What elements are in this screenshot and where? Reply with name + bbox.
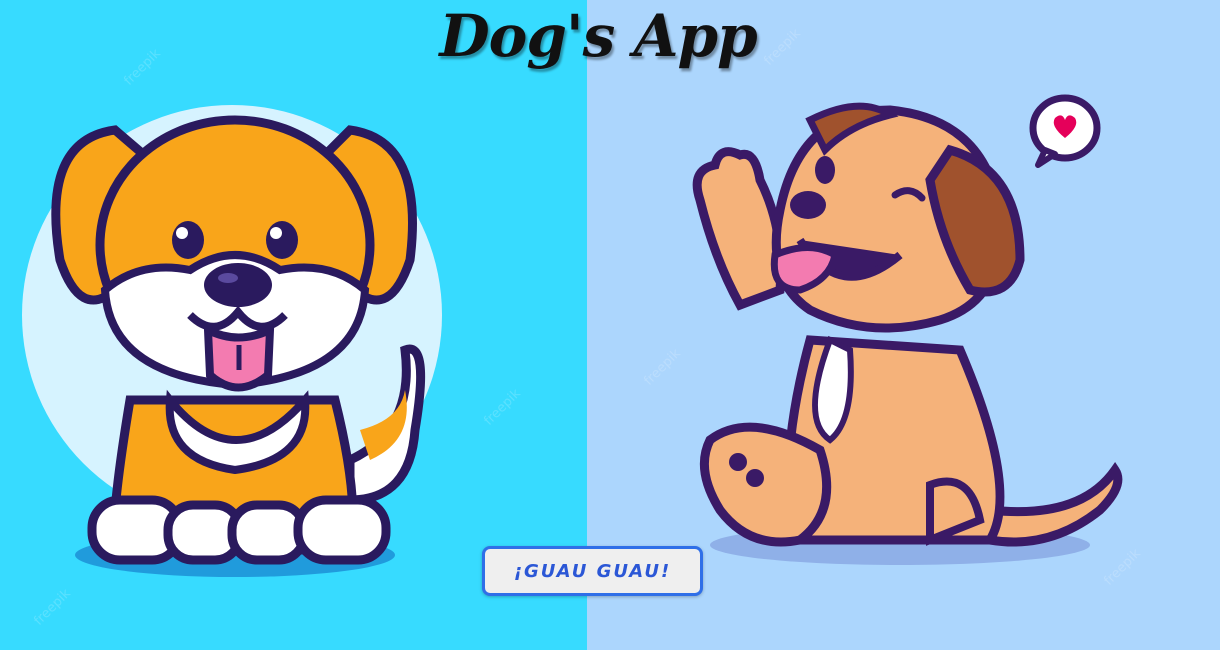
page-title: Dog's App [439,2,757,70]
bark-button[interactable]: ¡GUAU GUAU! [482,546,703,596]
orange-puppy-illustration-icon [22,105,442,577]
waving-puppy-illustration-icon [692,94,1123,565]
